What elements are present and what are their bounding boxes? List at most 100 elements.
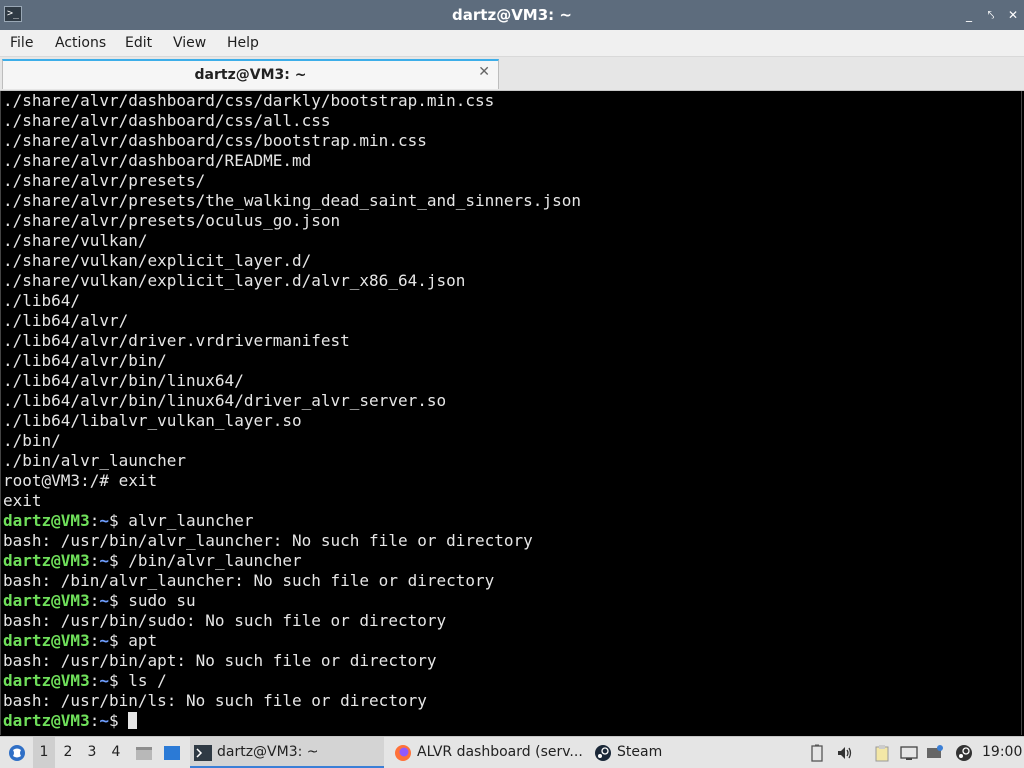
output-line: ./bin/	[3, 431, 61, 450]
prompt-separator: :	[89, 511, 100, 530]
output-line: ./lib64/alvr/bin/	[3, 351, 167, 370]
prompt-line: dartz@VM3:~$ apt	[3, 631, 157, 651]
command-text: apt	[118, 631, 158, 650]
menu-help[interactable]: Help	[227, 30, 259, 56]
output-line: ./share/alvr/dashboard/css/bootstrap.min…	[3, 131, 427, 150]
workspace-1[interactable]: 1	[33, 737, 55, 768]
prompt-user: dartz@VM3	[3, 511, 90, 530]
file-manager-launcher[interactable]	[133, 737, 155, 768]
output-line: bash: /usr/bin/alvr_launcher: No such fi…	[3, 531, 533, 550]
prompt-path: ~	[99, 511, 109, 530]
prompt-separator: :	[89, 591, 100, 610]
output-line: bash: /usr/bin/sudo: No such file or dir…	[3, 611, 447, 630]
task-label: dartz@VM3: ~	[217, 744, 319, 760]
task-label: Steam	[617, 744, 663, 760]
tab-bar: dartz@VM3: ~ ✕	[0, 57, 1024, 91]
output-line: ./share/alvr/presets/oculus_go.json	[3, 211, 341, 230]
prompt-path: ~	[99, 631, 109, 650]
prompt-user: dartz@VM3	[3, 551, 90, 570]
output-line: ./share/alvr/dashboard/README.md	[3, 151, 312, 170]
desktop-icon	[164, 746, 180, 760]
task-terminal[interactable]: dartz@VM3: ~	[190, 737, 384, 768]
prompt-separator: :	[89, 551, 100, 570]
menu-file[interactable]: File	[10, 30, 33, 56]
prompt-user: dartz@VM3	[3, 671, 90, 690]
command-text	[119, 711, 129, 730]
prompt-separator: :	[89, 631, 100, 650]
prompt-path: ~	[99, 711, 109, 730]
prompt-symbol: $	[108, 631, 119, 650]
command-text: alvr_launcher	[118, 511, 254, 530]
workspace-3[interactable]: 3	[81, 737, 103, 768]
task-steam[interactable]: Steam	[590, 737, 680, 768]
output-line: ./lib64/alvr/	[3, 311, 129, 330]
prompt-symbol: $	[108, 551, 119, 570]
taskbar: 1 2 3 4 dartz@VM3: ~ ALVR dashboard (ser…	[0, 736, 1024, 768]
network-icon[interactable]	[926, 744, 944, 762]
app-menu-icon	[9, 745, 25, 761]
close-window-button[interactable]: ✕	[1004, 6, 1022, 24]
maximize-button[interactable]: ⤣	[982, 6, 1000, 24]
prompt-symbol: $	[108, 671, 119, 690]
command-text: sudo su	[118, 591, 196, 610]
task-label: ALVR dashboard (serv...	[417, 744, 583, 760]
prompt-line: dartz@VM3:~$ alvr_launcher	[3, 511, 253, 531]
prompt-line: dartz@VM3:~$ sudo su	[3, 591, 196, 611]
output-line: ./bin/alvr_launcher	[3, 451, 187, 470]
file-manager-icon	[136, 747, 152, 760]
tab-terminal[interactable]: dartz@VM3: ~ ✕	[2, 59, 499, 89]
prompt-user: dartz@VM3	[3, 711, 90, 730]
clipboard-icon[interactable]	[873, 744, 891, 762]
menu-edit[interactable]: Edit	[125, 30, 152, 56]
menubar: File Actions Edit View Help	[0, 30, 1024, 57]
minimize-button[interactable]: _	[960, 6, 978, 24]
firefox-icon	[395, 745, 411, 761]
output-line: bash: /bin/alvr_launcher: No such file o…	[3, 571, 495, 590]
window-titlebar[interactable]: >_ dartz@VM3: ~ _ ⤣ ✕	[0, 0, 1024, 30]
output-line: bash: /usr/bin/apt: No such file or dire…	[3, 651, 437, 670]
output-line: ./share/alvr/dashboard/css/all.css	[3, 111, 331, 130]
tab-label: dartz@VM3: ~	[194, 67, 307, 83]
prompt-separator: :	[89, 671, 100, 690]
tab-close-icon[interactable]: ✕	[478, 64, 490, 80]
output-line: ./lib64/alvr/driver.vrdrivermanifest	[3, 331, 350, 350]
menu-view[interactable]: View	[173, 30, 206, 56]
command-text: ls /	[118, 671, 167, 690]
clock[interactable]: 19:00	[982, 737, 1022, 768]
window-title: dartz@VM3: ~	[452, 6, 572, 24]
display-icon[interactable]	[900, 744, 918, 762]
prompt-symbol: $	[108, 591, 119, 610]
prompt-path: ~	[99, 551, 109, 570]
volume-icon[interactable]	[836, 744, 854, 762]
battery-icon[interactable]	[808, 744, 826, 762]
steam-icon	[595, 745, 611, 761]
output-line: ./lib64/alvr/bin/linux64/driver_alvr_ser…	[3, 391, 447, 410]
desktop-launcher[interactable]	[160, 737, 184, 768]
output-line: ./share/alvr/presets/	[3, 171, 206, 190]
text-cursor[interactable]	[128, 712, 138, 729]
steam-tray-icon[interactable]	[955, 744, 973, 762]
application-menu-button[interactable]	[4, 737, 30, 768]
output-line: exit	[3, 491, 42, 510]
terminal-output[interactable]: ./share/alvr/dashboard/css/darkly/bootst…	[0, 91, 1022, 735]
output-line: root@VM3:/# exit	[3, 471, 158, 490]
prompt-symbol: $	[108, 711, 119, 730]
prompt-line: dartz@VM3:~$ ls /	[3, 671, 167, 691]
prompt-user: dartz@VM3	[3, 591, 90, 610]
output-line: bash: /usr/bin/ls: No such file or direc…	[3, 691, 427, 710]
prompt-line: dartz@VM3:~$ /bin/alvr_launcher	[3, 551, 302, 571]
output-line: ./lib64/libalvr_vulkan_layer.so	[3, 411, 302, 430]
workspace-2[interactable]: 2	[57, 737, 79, 768]
output-line: ./share/alvr/presets/the_walking_dead_sa…	[3, 191, 581, 210]
task-firefox-alvr[interactable]: ALVR dashboard (serv...	[390, 737, 586, 768]
menu-actions[interactable]: Actions	[55, 30, 106, 56]
prompt-line: dartz@VM3:~$	[3, 711, 138, 731]
prompt-path: ~	[99, 671, 109, 690]
output-line: ./share/vulkan/explicit_layer.d/alvr_x86…	[3, 271, 466, 290]
prompt-user: dartz@VM3	[3, 631, 90, 650]
terminal-icon	[194, 745, 212, 761]
output-line: ./lib64/alvr/bin/linux64/	[3, 371, 244, 390]
output-line: ./lib64/	[3, 291, 81, 310]
workspace-4[interactable]: 4	[105, 737, 127, 768]
prompt-path: ~	[99, 591, 109, 610]
